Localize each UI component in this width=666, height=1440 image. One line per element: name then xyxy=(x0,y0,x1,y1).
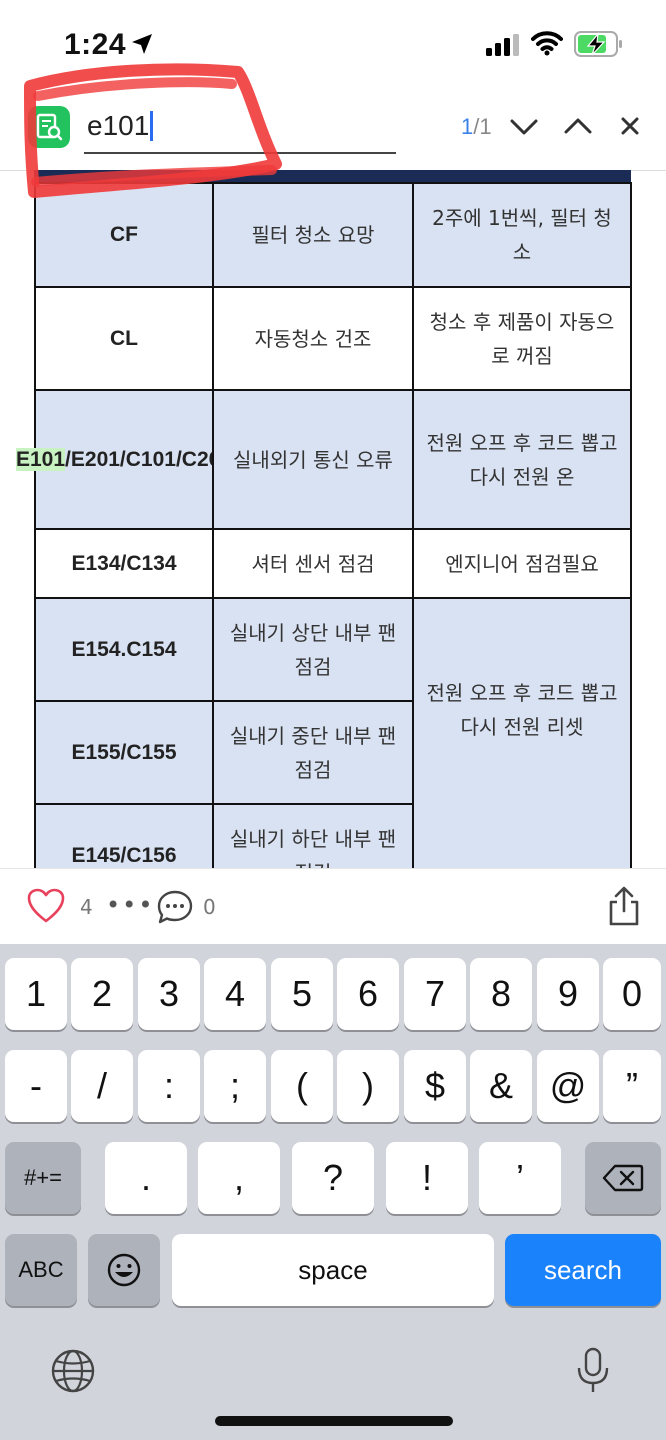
more-options-button[interactable]: ••• xyxy=(106,891,154,919)
key-5[interactable]: 5 xyxy=(271,958,333,1030)
table-cell-code: E154.C154 xyxy=(34,597,214,702)
share-icon[interactable] xyxy=(606,885,642,927)
chevron-down-icon[interactable] xyxy=(506,108,542,144)
key-7[interactable]: 7 xyxy=(404,958,466,1030)
table-cell-action-merged: 전원 오프 후 코드 뽑고 다시 전원 리셋 xyxy=(412,597,632,868)
table-cell-action: 전원 오프 후 코드 뽑고 다시 전원 온 xyxy=(412,389,632,530)
cellular-signal-icon xyxy=(486,34,519,56)
symbols-toggle-key[interactable]: #+= xyxy=(5,1142,81,1214)
table-cell-desc: 셔터 센서 점검 xyxy=(212,528,414,599)
key-3[interactable]: 3 xyxy=(138,958,200,1030)
table-cell-desc: 실내기 상단 내부 팬 점검 xyxy=(212,597,414,702)
table-cell-desc: 실내기 중단 내부 팬 점검 xyxy=(212,700,414,805)
table-cell-action: 엔지니어 점검필요 xyxy=(412,528,632,599)
table-header-edge xyxy=(34,170,631,182)
key-apostrophe[interactable]: ’ xyxy=(479,1142,561,1214)
search-match-highlight: E101 xyxy=(16,447,66,471)
table-cell-code: E134/C134 xyxy=(34,528,214,599)
status-bar: 1:24 xyxy=(0,0,666,88)
key-at[interactable]: @ xyxy=(537,1050,599,1122)
key-dash[interactable]: - xyxy=(5,1050,67,1122)
search-key[interactable]: search xyxy=(505,1234,661,1306)
comment-count: 0 xyxy=(203,895,216,919)
text-caret xyxy=(150,111,154,141)
space-key[interactable]: space xyxy=(172,1234,494,1306)
post-action-bar: 4 ••• 0 xyxy=(0,868,666,944)
table-cell-code: CF xyxy=(34,182,214,288)
key-open-paren[interactable]: ( xyxy=(271,1050,333,1122)
key-4[interactable]: 4 xyxy=(204,958,266,1030)
chevron-up-icon[interactable] xyxy=(560,108,596,144)
key-6[interactable]: 6 xyxy=(337,958,399,1030)
wifi-icon xyxy=(531,31,563,56)
battery-charging-icon xyxy=(574,31,622,57)
post-content: CF 필터 청소 요망 2주에 1번씩, 필터 청소 CL 자동청소 건조 청소… xyxy=(0,170,666,868)
table-cell-code: CL xyxy=(34,286,214,391)
emoji-icon xyxy=(107,1253,141,1287)
key-semicolon[interactable]: ; xyxy=(204,1050,266,1122)
key-exclamation[interactable]: ! xyxy=(386,1142,468,1214)
home-indicator xyxy=(215,1416,453,1426)
key-dollar[interactable]: $ xyxy=(404,1050,466,1122)
find-search-input-value: e101 xyxy=(87,110,154,142)
backspace-key[interactable] xyxy=(585,1142,661,1214)
key-comma[interactable]: , xyxy=(198,1142,280,1214)
table-cell-action: 2주에 1번씩, 필터 청소 xyxy=(412,182,632,288)
table-cell-code: E145/C156 xyxy=(34,803,214,868)
backspace-icon xyxy=(602,1164,644,1192)
heart-icon[interactable] xyxy=(26,887,66,925)
find-in-page-icon xyxy=(28,106,70,148)
key-9[interactable]: 9 xyxy=(537,958,599,1030)
key-colon[interactable]: : xyxy=(138,1050,200,1122)
table-cell-action: 청소 후 제품이 자동으로 꺼짐 xyxy=(412,286,632,391)
comment-icon[interactable] xyxy=(156,889,194,925)
key-ampersand[interactable]: & xyxy=(470,1050,532,1122)
table-cell-code: E101/E201/C101/C201 xyxy=(16,389,232,530)
key-8[interactable]: 8 xyxy=(470,958,532,1030)
emoji-key[interactable] xyxy=(88,1234,160,1306)
globe-icon[interactable] xyxy=(50,1348,96,1394)
table-cell-desc: 자동청소 건조 xyxy=(212,286,414,391)
close-icon[interactable] xyxy=(612,108,648,144)
status-time: 1:24 xyxy=(64,28,127,61)
table-cell-desc: 필터 청소 요망 xyxy=(212,182,414,288)
numeric-keyboard: 1 2 3 4 5 6 7 8 9 0 - / : ; ( ) $ & @ ” … xyxy=(0,944,666,1440)
key-close-paren[interactable]: ) xyxy=(337,1050,399,1122)
key-0[interactable]: 0 xyxy=(603,958,661,1030)
key-period[interactable]: . xyxy=(105,1142,187,1214)
key-2[interactable]: 2 xyxy=(71,958,133,1030)
key-question[interactable]: ? xyxy=(292,1142,374,1214)
find-in-page-bar: e101 1/1 xyxy=(0,88,666,170)
table-cell-desc: 실내외기 통신 오류 xyxy=(212,389,414,530)
abc-key[interactable]: ABC xyxy=(5,1234,77,1306)
key-slash[interactable]: / xyxy=(71,1050,133,1122)
microphone-icon[interactable] xyxy=(574,1346,612,1396)
like-count: 4 xyxy=(80,895,93,919)
find-match-count: 1/1 xyxy=(461,114,492,139)
key-quote[interactable]: ” xyxy=(603,1050,661,1122)
table-cell-code: E155/C155 xyxy=(34,700,214,805)
table-cell-desc: 실내기 하단 내부 팬 점검 xyxy=(212,803,414,868)
key-1[interactable]: 1 xyxy=(5,958,67,1030)
location-arrow-icon xyxy=(132,34,152,54)
